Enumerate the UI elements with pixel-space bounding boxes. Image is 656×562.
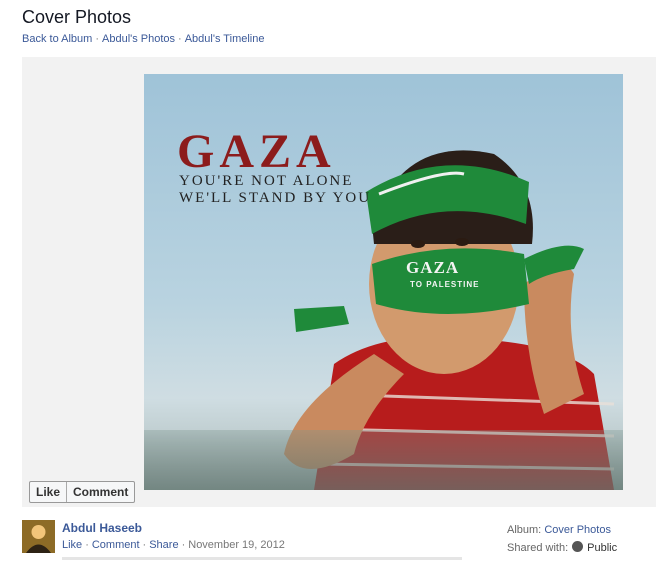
- separator-dot: ·: [142, 539, 147, 551]
- photo-action-bar: Like Comment: [29, 481, 136, 503]
- separator-dot: ·: [85, 539, 89, 551]
- album-name-link[interactable]: Cover Photos: [544, 524, 611, 536]
- photo-caption-line-2: WE'LL STAND BY YOU: [179, 190, 372, 206]
- owner-photos-link[interactable]: Abdul's Photos: [102, 33, 175, 45]
- like-button[interactable]: Like: [30, 482, 66, 502]
- separator-dot: ·: [181, 539, 186, 551]
- back-to-album-link[interactable]: Back to Album: [22, 33, 92, 45]
- globe-icon: [572, 541, 584, 552]
- scarf-subtext: TO PALESTINE: [410, 280, 480, 289]
- post-date[interactable]: November 19, 2012: [188, 539, 285, 551]
- loading-bar: [62, 557, 462, 560]
- shared-with-label: Shared with:: [507, 542, 569, 554]
- like-link[interactable]: Like: [62, 539, 82, 551]
- photo-caption-line-1: YOU'RE NOT ALONE: [179, 173, 354, 189]
- cover-photo[interactable]: GAZA YOU'RE NOT ALONE WE'LL STAND BY YOU…: [144, 74, 623, 490]
- album-label: Album:: [507, 524, 542, 536]
- separator-dot: ·: [95, 33, 99, 45]
- owner-name-link[interactable]: Abdul Haseeb: [62, 521, 142, 535]
- photo-haze: [144, 430, 623, 490]
- photo-meta: Album: Cover Photos Shared with: Public: [507, 521, 617, 557]
- avatar[interactable]: [22, 520, 55, 553]
- scarf-text: GAZA: [406, 258, 460, 277]
- separator-dot: ·: [178, 33, 182, 45]
- album-row: Album: Cover Photos: [507, 521, 617, 539]
- photo-headline: GAZA: [177, 125, 336, 178]
- privacy-row: Shared with: Public: [507, 539, 617, 557]
- page-title: Cover Photos: [22, 7, 132, 27]
- breadcrumb: Back to Album · Abdul's Photos · Abdul's Tim…: [22, 33, 264, 45]
- post-actions: Like · Comment · Share · November 19, 2012: [62, 539, 285, 551]
- share-link[interactable]: Share: [149, 539, 178, 551]
- comment-button[interactable]: Comment: [67, 482, 134, 502]
- comment-link[interactable]: Comment: [92, 539, 140, 551]
- user-avatar-icon: [22, 520, 55, 553]
- privacy-value[interactable]: Public: [587, 542, 617, 554]
- owner-timeline-link[interactable]: Abdul's Timeline: [185, 33, 265, 45]
